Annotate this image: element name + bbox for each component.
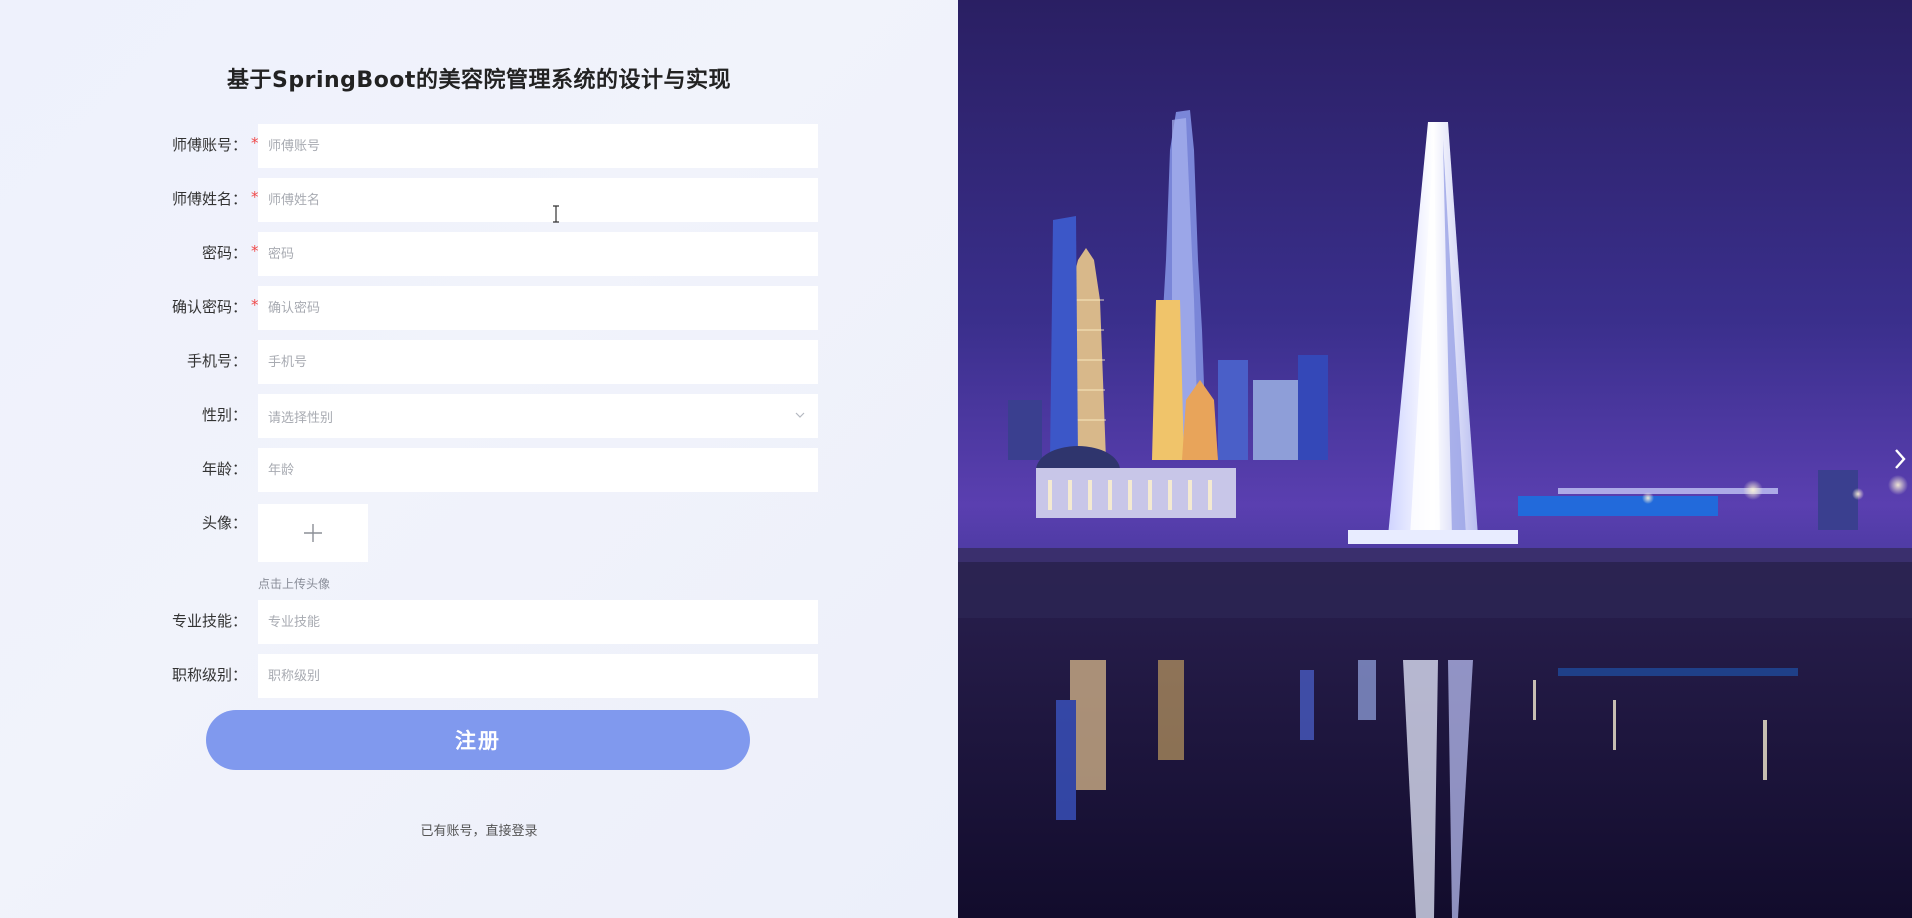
text-cursor-icon [553,205,559,223]
gender-select[interactable]: 请选择性别 [258,394,818,438]
form-row-avatar: 头像： [0,502,958,546]
plus-icon [304,524,322,542]
register-panel: 基于SpringBoot的美容院管理系统的设计与实现 师傅账号： * 师傅姓名：… [0,0,958,918]
age-input[interactable] [258,448,818,492]
form-row-account: 师傅账号： * [0,124,958,168]
city-night-image [958,0,1912,918]
account-input[interactable] [258,124,818,168]
confirm-password-input[interactable] [258,286,818,330]
avatar-label: 头像： [201,514,247,532]
password-input[interactable] [258,232,818,276]
confirm-password-label: 确认密码： [171,298,247,316]
title-level-input[interactable] [258,654,818,698]
title-level-label: 职称级别： [171,666,247,684]
form-row-gender: 性别： 请选择性别 [0,394,958,438]
form-row-password: 密码： * [0,232,958,276]
form-row-name: 师傅姓名： * [0,178,958,222]
name-input[interactable] [258,178,818,222]
chevron-right-icon[interactable] [1890,446,1910,472]
background-photo-panel [958,0,1912,918]
avatar-upload-button[interactable] [258,504,368,562]
skills-label: 专业技能： [171,612,247,630]
account-label: 师傅账号： [171,136,247,154]
password-label: 密码： [201,244,247,262]
form-row-title-level: 职称级别： [0,654,958,698]
gender-label: 性别： [201,406,247,424]
chevron-down-icon [795,412,805,418]
register-button[interactable]: 注册 [206,710,750,770]
page-title: 基于SpringBoot的美容院管理系统的设计与实现 [227,68,731,93]
skills-input[interactable] [258,600,818,644]
phone-label: 手机号： [186,352,247,370]
phone-input[interactable] [258,340,818,384]
login-link[interactable]: 已有账号，直接登录 [0,820,958,839]
form-row-confirm-password: 确认密码： * [0,286,958,330]
name-label: 师傅姓名： [171,190,247,208]
avatar-upload-hint: 点击上传头像 [258,577,331,591]
form-row-age: 年龄： [0,448,958,492]
gender-select-placeholder: 请选择性别 [268,410,334,426]
form-row-phone: 手机号： [0,340,958,384]
form-row-skills: 专业技能： [0,600,958,644]
age-label: 年龄： [201,460,247,478]
